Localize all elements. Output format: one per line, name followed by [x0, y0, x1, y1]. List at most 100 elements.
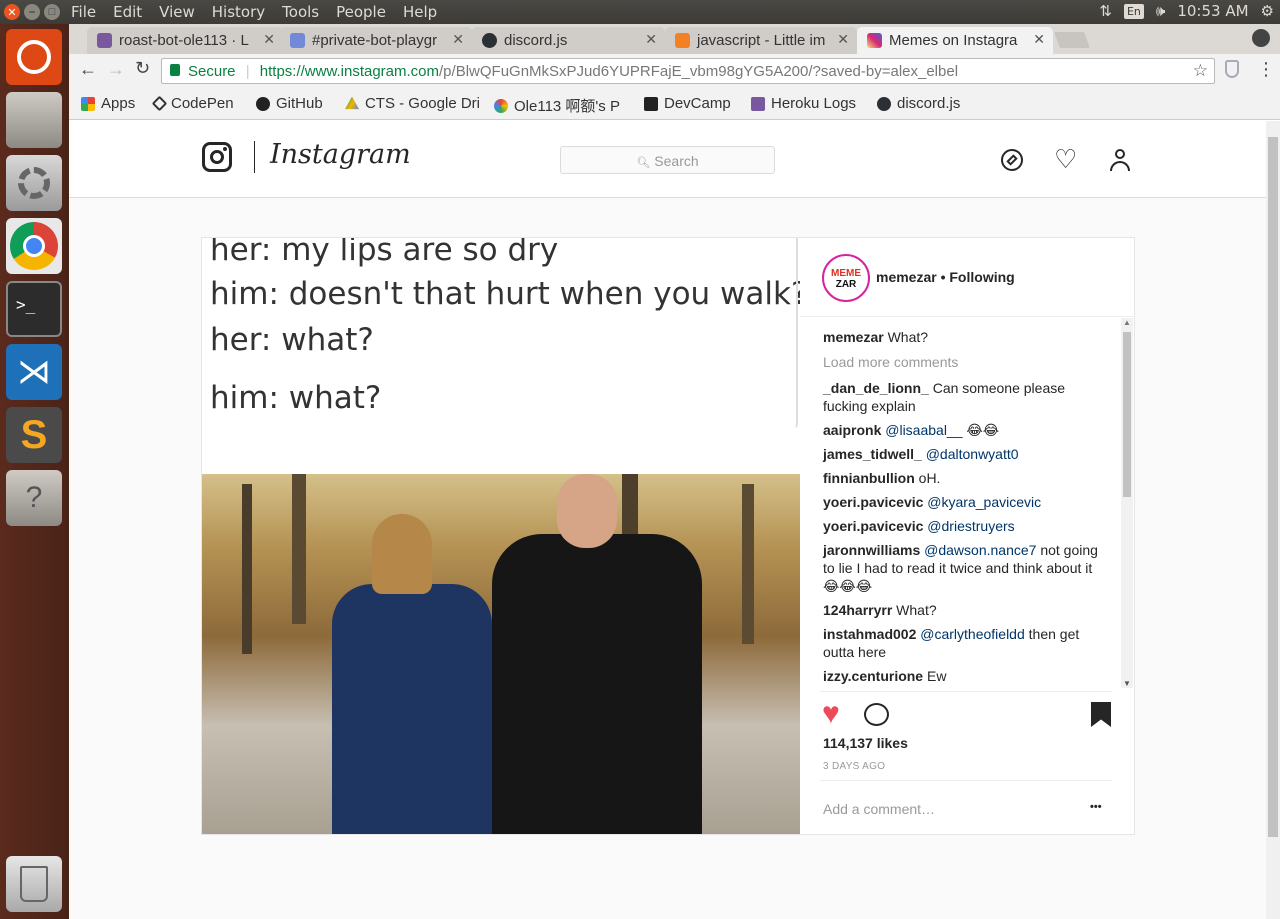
bookmark-ole113[interactable]: Ole113 啊额's P — [494, 95, 629, 116]
comment-user[interactable]: _dan_de_lionn_ — [823, 380, 929, 396]
comment-mention[interactable]: @lisaabal__ — [881, 422, 962, 438]
comment-mention[interactable]: @daltonwyatt0 — [922, 446, 1019, 462]
vscode-icon[interactable]: ⋊ — [6, 344, 62, 400]
comment-user[interactable]: aaipronk — [823, 422, 881, 438]
comment: yoeri.pavicevic @kyara_pavicevic — [823, 493, 1098, 511]
unknown-app-icon[interactable]: ? — [6, 470, 62, 526]
back-arrow-icon[interactable]: ← — [79, 59, 97, 80]
instagram-page: Instagram 🔍︎ Search ♡ her: my lips are so… — [69, 121, 1266, 919]
profile-icon[interactable] — [1252, 29, 1270, 47]
trash-icon[interactable] — [6, 856, 62, 912]
tab-title: javascript - Little im — [697, 32, 826, 49]
page-scrollbar[interactable] — [1266, 121, 1280, 919]
comment-user[interactable]: james_tidwell_ — [823, 446, 922, 462]
bookmark-apps[interactable]: Apps — [81, 95, 135, 112]
tab-discord-playground[interactable]: #private-bot-playgr ✕ — [280, 27, 472, 54]
comments-scrollbar[interactable]: ▲ ▼ — [1121, 318, 1133, 688]
close-tab-icon[interactable]: ✕ — [645, 31, 657, 48]
comment-user[interactable]: yoeri.pavicevic — [823, 518, 923, 534]
comment: james_tidwell_ @daltonwyatt0 — [823, 445, 1098, 463]
tree-trunk — [742, 484, 754, 644]
new-tab-button[interactable] — [1054, 32, 1090, 48]
post-timestamp[interactable]: 3 DAYS AGO — [823, 761, 885, 772]
comment-user[interactable]: memezar — [823, 329, 884, 345]
ubuntu-dash-icon[interactable] — [6, 29, 62, 85]
follow-status[interactable]: • Following — [941, 269, 1015, 285]
discord-favicon-icon — [290, 33, 305, 48]
url-path: /p/BlwQFuGnMkSxPJud6YUPRFajE_vbm98gYG5A2… — [439, 63, 959, 80]
tab-discord-js[interactable]: discord.js ✕ — [472, 27, 665, 54]
comment-user[interactable]: izzy.centurione — [823, 668, 923, 684]
menu-help[interactable]: Help — [403, 3, 437, 21]
settings-gear-icon[interactable]: ⚙ — [1261, 2, 1274, 20]
maximize-window-icon[interactable]: □ — [44, 4, 60, 20]
comment-mention[interactable]: @carlytheofieldd — [916, 626, 1025, 642]
author-username[interactable]: memezar — [876, 269, 937, 285]
forward-arrow-icon[interactable]: → — [107, 59, 125, 80]
system-settings-icon[interactable] — [6, 155, 62, 211]
more-options-icon[interactable]: ••• — [1090, 801, 1102, 813]
comment-user[interactable]: yoeri.pavicevic — [823, 494, 923, 510]
close-window-icon[interactable]: ✕ — [4, 4, 20, 20]
menu-tools[interactable]: Tools — [282, 3, 319, 21]
files-icon[interactable] — [6, 92, 62, 148]
close-tab-icon[interactable]: ✕ — [263, 31, 275, 48]
activity-heart-icon[interactable]: ♡ — [1054, 144, 1077, 175]
network-icon[interactable]: ⇅ — [1099, 2, 1112, 20]
profile-person-icon[interactable] — [1109, 149, 1131, 171]
instagram-wordmark[interactable]: Instagram — [270, 139, 411, 170]
menu-people[interactable]: People — [336, 3, 386, 21]
comment-mention[interactable]: @driestruyers — [923, 518, 1014, 534]
comment-user[interactable]: 124harryrr — [823, 602, 892, 618]
search-input[interactable]: 🔍︎ Search — [560, 146, 775, 174]
volume-icon[interactable]: 🕪 — [1156, 2, 1165, 20]
menu-edit[interactable]: Edit — [113, 3, 142, 21]
extension-shield-icon[interactable] — [1225, 60, 1239, 78]
comment-user[interactable]: jaronnwilliams — [823, 542, 920, 558]
likes-count[interactable]: 114,137 likes — [823, 735, 908, 751]
bookmark-devcamp[interactable]: DevCamp — [644, 95, 731, 112]
close-tab-icon[interactable]: ✕ — [1033, 31, 1045, 48]
sublime-text-icon[interactable]: S — [6, 407, 62, 463]
menu-view[interactable]: View — [159, 3, 195, 21]
bookmark-discord-js[interactable]: discord.js — [877, 95, 960, 112]
bookmark-heroku-logs[interactable]: Heroku Logs — [751, 95, 856, 112]
comments-list[interactable]: memezar What? Load more comments _dan_de… — [800, 318, 1135, 691]
comment-mention[interactable]: @kyara_pavicevic — [923, 494, 1041, 510]
close-tab-icon[interactable]: ✕ — [837, 31, 849, 48]
close-tab-icon[interactable]: ✕ — [452, 31, 464, 48]
chrome-icon[interactable] — [6, 218, 62, 274]
menu-history[interactable]: History — [212, 3, 265, 21]
avatar[interactable]: MEME ZAR — [822, 254, 870, 302]
reload-icon[interactable]: ↻ — [135, 58, 150, 79]
bookmark-cts-drive[interactable]: CTS - Google Dri — [345, 95, 480, 112]
scroll-up-icon[interactable]: ▲ — [1123, 318, 1131, 327]
tab-roast-bot[interactable]: roast-bot-ole113 · L ✕ — [87, 27, 283, 54]
tab-instagram[interactable]: Memes on Instagra ✕ — [857, 27, 1053, 54]
explore-compass-icon[interactable] — [1001, 149, 1023, 171]
instagram-camera-icon[interactable] — [202, 142, 232, 172]
load-more-comments[interactable]: Load more comments — [823, 353, 1098, 371]
comment-mention[interactable]: @dawson.nance7 — [920, 542, 1036, 558]
tab-stackoverflow[interactable]: javascript - Little im ✕ — [665, 27, 857, 54]
clock[interactable]: 10:53 AM — [1177, 2, 1248, 20]
bookmark-save-icon[interactable] — [1091, 702, 1111, 727]
terminal-icon[interactable]: >_ — [6, 281, 62, 337]
address-bar[interactable]: Secure | https://www.instagram.com/p/Blw… — [161, 58, 1215, 84]
bookmark-github[interactable]: GitHub — [256, 95, 323, 112]
scrollbar-thumb[interactable] — [1123, 332, 1131, 497]
comment-user[interactable]: instahmad002 — [823, 626, 916, 642]
scroll-down-icon[interactable]: ▼ — [1123, 679, 1131, 688]
chrome-menu-icon[interactable]: ⋮ — [1257, 59, 1275, 80]
add-comment-input[interactable]: Add a comment… — [823, 801, 935, 817]
comment-user[interactable]: finnianbullion — [823, 470, 915, 486]
page-scrollbar-thumb[interactable] — [1268, 137, 1278, 837]
comment-bubble-icon[interactable] — [864, 703, 889, 726]
menu-file[interactable]: File — [71, 3, 96, 21]
image-border-artifact — [794, 238, 798, 428]
keyboard-language[interactable]: En — [1123, 3, 1144, 19]
bookmark-star-icon[interactable]: ☆ — [1193, 61, 1208, 81]
bookmark-codepen[interactable]: CodePen — [151, 95, 234, 112]
like-heart-icon[interactable]: ♥ — [822, 696, 840, 732]
minimize-window-icon[interactable]: – — [24, 4, 40, 20]
